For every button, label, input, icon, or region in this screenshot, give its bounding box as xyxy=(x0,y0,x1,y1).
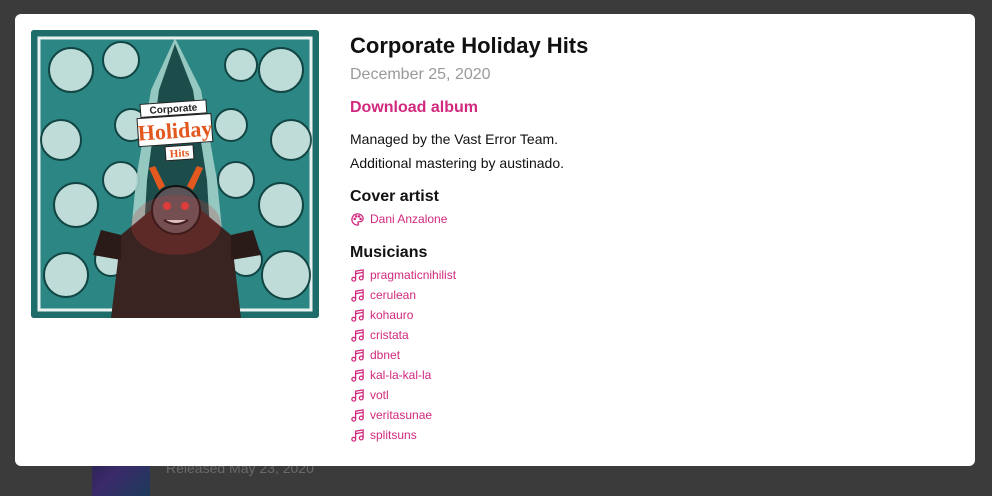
music-note-icon xyxy=(351,288,364,302)
cover-artist-heading: Cover artist xyxy=(350,188,439,205)
musician-link[interactable]: dbnet xyxy=(350,345,950,365)
music-note-icon xyxy=(351,348,364,362)
musician-name: kal-la-kal-la xyxy=(370,368,432,382)
musician-name: pragmaticnihilist xyxy=(370,268,457,282)
musician-link[interactable]: splitsuns xyxy=(350,425,950,445)
musician-name: votl xyxy=(370,388,389,402)
album-modal: Corporate Holiday Hits Corporate Holiday… xyxy=(15,14,975,466)
description-line: Additional mastering by austinado. xyxy=(350,155,565,171)
download-album-link[interactable]: Download album xyxy=(350,97,478,119)
music-note-icon xyxy=(351,328,364,342)
musician-name: veritasunae xyxy=(370,408,433,422)
musician-name: cristata xyxy=(370,328,409,342)
music-note-icon xyxy=(351,428,364,442)
musician-link[interactable]: kohauro xyxy=(350,305,950,325)
album-description: Managed by the Vast Error Team. Addition… xyxy=(350,127,950,175)
musician-link[interactable]: veritasunae xyxy=(350,405,950,425)
music-note-icon xyxy=(351,388,364,402)
cover-artist-link[interactable]: Dani Anzalone xyxy=(350,209,950,229)
music-note-icon xyxy=(351,368,364,382)
music-note-icon xyxy=(351,408,364,422)
music-note-icon xyxy=(351,268,364,282)
musician-name: kohauro xyxy=(370,308,414,322)
cover-artist-name: Dani Anzalone xyxy=(370,212,448,226)
musicians-heading: Musicians xyxy=(350,244,428,261)
musician-link[interactable]: votl xyxy=(350,385,950,405)
music-note-icon xyxy=(351,308,364,322)
palette-icon xyxy=(351,212,364,226)
description-line: Managed by the Vast Error Team. xyxy=(350,131,559,147)
musician-link[interactable]: cristata xyxy=(350,325,950,345)
musicians-list: pragmaticnihilist cerulean kohauro crist… xyxy=(350,265,950,445)
musician-link[interactable]: pragmaticnihilist xyxy=(350,265,950,285)
musician-link[interactable]: kal-la-kal-la xyxy=(350,365,950,385)
musician-name: dbnet xyxy=(370,348,401,362)
musician-name: cerulean xyxy=(370,288,417,302)
album-cover: Corporate Holiday Hits xyxy=(31,30,319,318)
cover-text-holiday: Holiday xyxy=(137,116,213,146)
musician-link[interactable]: cerulean xyxy=(350,285,950,305)
cover-text-hits: Hits xyxy=(169,147,190,160)
album-date: December 25, 2020 xyxy=(350,66,491,83)
musician-name: splitsuns xyxy=(370,428,417,442)
album-title: Corporate Holiday Hits xyxy=(350,33,589,58)
album-info: Corporate Holiday Hits December 25, 2020… xyxy=(350,32,950,445)
